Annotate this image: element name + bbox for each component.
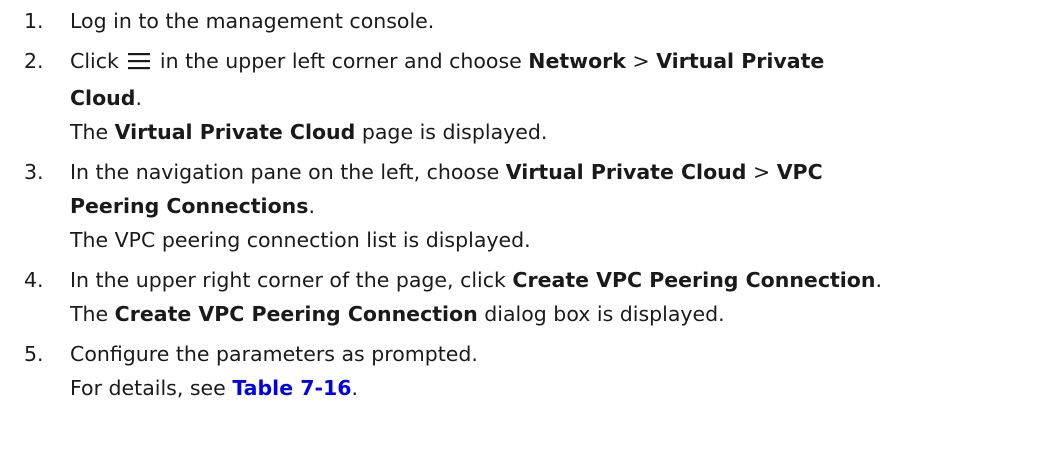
step-number: 2. [24,49,44,73]
ui-term: Peering Connections [70,194,309,218]
ui-term: Network [528,49,626,73]
step-result: The Create VPC Peering Connection dialog… [70,302,725,326]
ui-term: Create VPC Peering Connection [512,268,876,292]
step-4: 4. In the upper right corner of the page… [24,263,1052,297]
ui-term: Virtual Private Cloud [114,120,356,144]
ui-term: Virtual Private [656,49,825,73]
step-result: For details, see Table 7-16. [70,376,359,400]
step-2: 2. Click in the upper left corner and ch… [24,44,1052,115]
step-number: 5. [24,342,44,366]
step-number: 3. [24,160,44,184]
step-text: In the navigation pane on the left, choo… [70,160,823,184]
step-3: 3. In the navigation pane on the left, c… [24,155,1052,223]
step-result: The VPC peering connection list is displ… [70,228,531,252]
ui-term: Virtual Private Cloud [505,160,747,184]
step-number: 4. [24,268,44,292]
menu-icon [127,47,151,81]
step-text: Click in the upper left corner and choos… [70,44,1052,81]
step-text: Configure the parameters as prompted. [70,342,478,366]
step-result: The Virtual Private Cloud page is displa… [70,120,548,144]
procedure-document: 1. Log in to the management console. 2. … [0,0,1052,405]
ui-term: VPC [776,160,823,184]
step-1: 1. Log in to the management console. [24,4,1052,38]
step-text: Log in to the management console. [70,9,435,33]
table-reference-link[interactable]: Table 7-16 [232,376,351,400]
ui-term: Create VPC Peering Connection [114,302,478,326]
step-number: 1. [24,9,44,33]
ui-term: Cloud [70,86,136,110]
step-text: In the upper right corner of the page, c… [70,268,883,292]
step-5: 5. Configure the parameters as prompted. [24,337,1052,371]
